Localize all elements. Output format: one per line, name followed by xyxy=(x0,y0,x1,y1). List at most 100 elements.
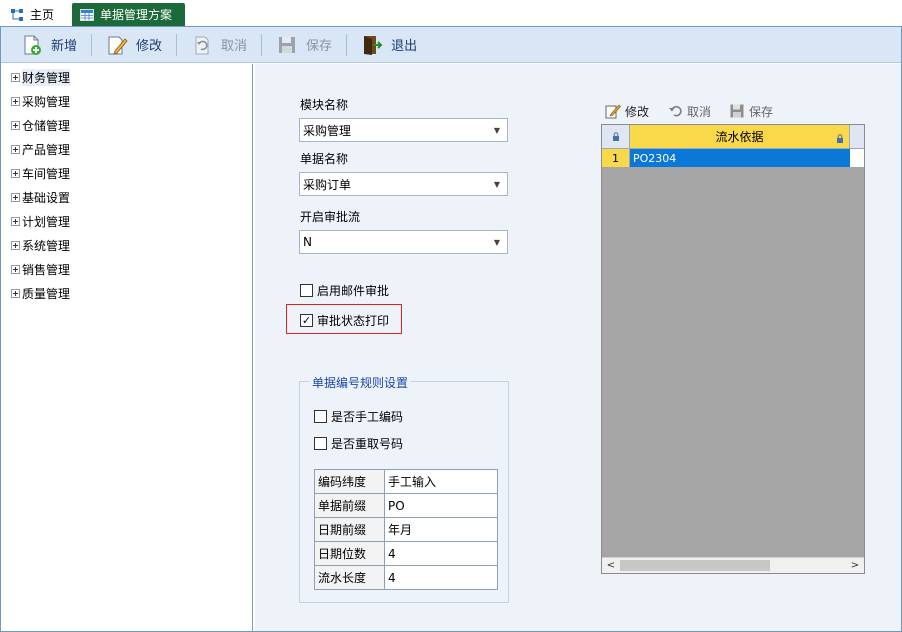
tree-icon xyxy=(10,8,24,22)
tree-item-label: 车间管理 xyxy=(22,166,71,181)
checkmark-icon[interactable]: ✓ xyxy=(300,314,313,327)
tree-item-basic-settings[interactable]: 基础设置 xyxy=(11,188,70,206)
edit-button[interactable]: 修改 xyxy=(100,30,168,60)
group-title: 单据编号规则设置 xyxy=(310,374,411,391)
numbering-rules-group: 单据编号规则设置 是否手工编码 是否重取号码 编码纬度 手工输入 单据前缀 PO xyxy=(299,374,509,603)
tree-item-sales[interactable]: 销售管理 xyxy=(11,260,70,278)
expand-icon[interactable] xyxy=(11,288,20,298)
floppy-disk-icon xyxy=(276,34,298,56)
tree-item-product[interactable]: 产品管理 xyxy=(11,140,70,158)
toolbar-divider xyxy=(261,33,263,56)
table-row: 单据前缀 PO xyxy=(314,493,498,518)
expand-icon[interactable] xyxy=(11,264,20,274)
status-print-checkbox[interactable]: ✓ 审批状态打印 xyxy=(300,312,389,329)
horizontal-scrollbar[interactable]: < > xyxy=(602,557,864,573)
tree-item-purchase[interactable]: 采购管理 xyxy=(11,92,70,110)
new-document-icon xyxy=(21,34,43,56)
grid-save-button[interactable]: 保存 xyxy=(729,103,773,120)
exit-door-icon xyxy=(361,34,383,56)
toolbar-divider xyxy=(346,33,348,56)
tree-item-workshop[interactable]: 车间管理 xyxy=(11,164,70,182)
scroll-thumb[interactable] xyxy=(620,560,770,571)
row-filler xyxy=(850,149,864,167)
dropdown-arrow-icon[interactable]: ▼ xyxy=(487,231,507,253)
manual-code-checkbox[interactable]: 是否手工编码 xyxy=(314,408,403,425)
tree-item-system[interactable]: 系统管理 xyxy=(11,236,70,254)
expand-icon[interactable] xyxy=(11,72,20,82)
grid-edit-button[interactable]: 修改 xyxy=(605,103,649,120)
refetch-number-checkbox[interactable]: 是否重取号码 xyxy=(314,435,403,452)
undo-document-icon xyxy=(191,34,213,56)
checkbox-box[interactable] xyxy=(314,410,327,423)
tree-item-label: 财务管理 xyxy=(22,68,71,86)
scroll-right-icon[interactable]: > xyxy=(848,558,862,573)
rule-value[interactable]: 4 xyxy=(384,541,498,566)
undo-icon xyxy=(667,103,683,119)
exit-button[interactable]: 退出 xyxy=(355,30,423,60)
lock-icon xyxy=(836,132,844,146)
module-select[interactable]: 采购管理 ▼ xyxy=(299,118,508,142)
expand-icon[interactable] xyxy=(11,96,20,106)
doc-select[interactable]: 采购订单 ▼ xyxy=(299,172,508,196)
tree-item-label: 销售管理 xyxy=(22,262,71,277)
rules-table: 编码纬度 手工输入 单据前缀 PO 日期前缀 年月 日期位数 4 流水长度 4 xyxy=(314,469,498,590)
tree-item-label: 系统管理 xyxy=(22,238,71,253)
dropdown-arrow-icon[interactable]: ▼ xyxy=(487,173,507,195)
approval-select[interactable]: N ▼ xyxy=(299,230,508,254)
expand-icon[interactable] xyxy=(11,240,20,250)
cancel-button[interactable]: 取消 xyxy=(185,30,253,60)
column-header-label: 流水依据 xyxy=(715,130,764,144)
row-number[interactable]: 1 xyxy=(602,149,630,167)
expand-icon[interactable] xyxy=(11,216,20,226)
tree-item-label: 质量管理 xyxy=(22,286,71,301)
tree-item-warehouse[interactable]: 仓储管理 xyxy=(11,116,70,134)
sequence-grid: 流水依据 1 PO2304 < > xyxy=(601,124,865,574)
email-approval-checkbox[interactable]: 启用邮件审批 xyxy=(300,282,389,299)
email-approval-label: 启用邮件审批 xyxy=(317,284,390,298)
table-icon xyxy=(80,8,94,21)
approval-label: 开启审批流 xyxy=(300,210,361,224)
rule-key: 日期前缀 xyxy=(314,517,385,542)
table-row: 日期前缀 年月 xyxy=(314,517,498,542)
expand-icon[interactable] xyxy=(11,120,20,130)
tab-label: 单据管理方案 xyxy=(100,8,173,22)
rule-value[interactable]: PO xyxy=(384,493,498,518)
rule-value[interactable]: 年月 xyxy=(384,517,498,542)
table-row: 流水长度 4 xyxy=(314,565,498,590)
tree-item-label: 采购管理 xyxy=(22,94,71,109)
tree-item-planning[interactable]: 计划管理 xyxy=(11,212,70,230)
grid-edit-label: 修改 xyxy=(625,104,650,119)
toolbar-divider xyxy=(91,33,93,56)
expand-icon[interactable] xyxy=(11,144,20,154)
tab-label: 主页 xyxy=(30,8,55,22)
dropdown-arrow-icon[interactable]: ▼ xyxy=(487,119,507,141)
new-label: 新增 xyxy=(51,39,78,54)
module-label: 模块名称 xyxy=(300,98,349,112)
grid-toolbar: 修改 取消 保存 xyxy=(605,100,791,122)
edit-icon xyxy=(605,103,621,119)
tab-doc-scheme[interactable]: 单据管理方案 xyxy=(72,3,185,26)
expand-icon[interactable] xyxy=(11,192,20,202)
checkbox-box[interactable] xyxy=(314,437,327,450)
tree-item-finance[interactable]: 财务管理 xyxy=(11,68,71,86)
tree-item-quality[interactable]: 质量管理 xyxy=(11,284,70,302)
toolbar-divider xyxy=(176,33,178,56)
rule-value[interactable]: 4 xyxy=(384,565,498,590)
main-frame: 新增 修改 取消 保存 退出 财务管理 采购管理 仓储管理 产品管理 车间管理 … xyxy=(0,26,902,632)
scroll-left-icon[interactable]: < xyxy=(604,558,618,573)
tab-home[interactable]: 主页 xyxy=(4,3,62,26)
rule-key: 编码纬度 xyxy=(314,469,385,494)
rule-key: 单据前缀 xyxy=(314,493,385,518)
column-header-sequence-basis[interactable]: 流水依据 xyxy=(630,125,850,149)
rule-value[interactable]: 手工输入 xyxy=(384,469,498,494)
save-button[interactable]: 保存 xyxy=(270,30,338,60)
new-button[interactable]: 新增 xyxy=(15,30,83,60)
grid-cell-selected[interactable]: PO2304 xyxy=(630,149,850,167)
toolbar: 新增 修改 取消 保存 退出 xyxy=(1,27,901,63)
table-row: 日期位数 4 xyxy=(314,541,498,566)
expand-icon[interactable] xyxy=(11,168,20,178)
checkbox-box[interactable] xyxy=(300,284,313,297)
module-value: 采购管理 xyxy=(303,123,352,138)
grid-cancel-button[interactable]: 取消 xyxy=(667,103,711,120)
lock-icon[interactable] xyxy=(602,125,630,149)
